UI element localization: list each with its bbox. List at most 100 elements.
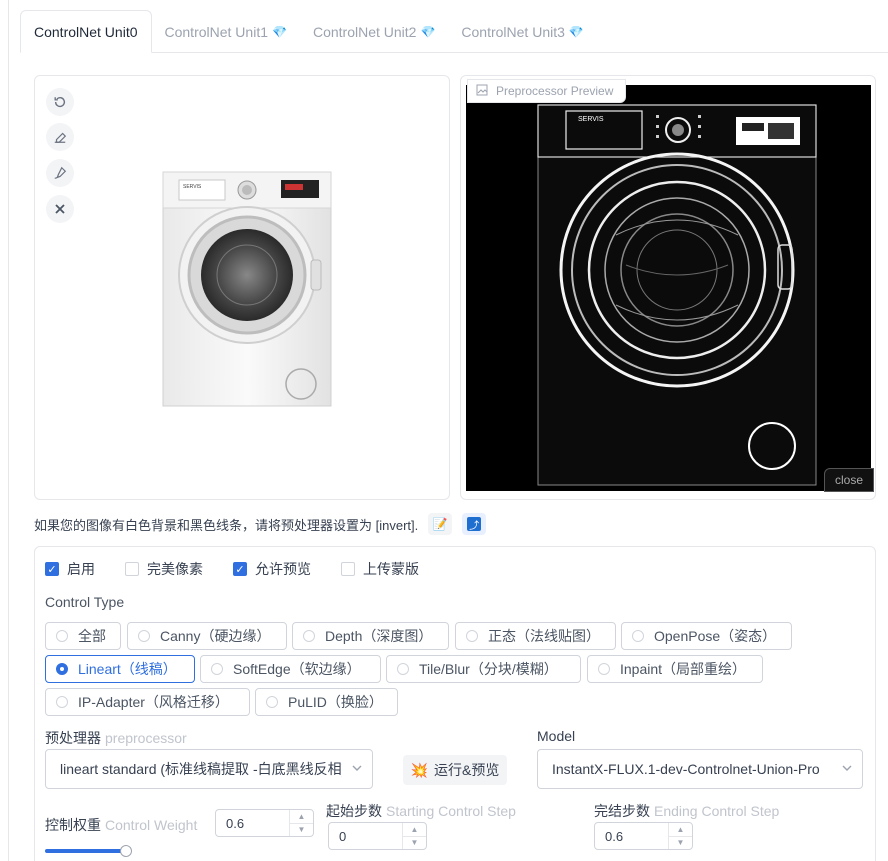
model-label: Model bbox=[537, 728, 575, 744]
send-dimensions-icon[interactable]: ⤴ bbox=[462, 513, 487, 535]
hint-text: 如果您的图像有白色背景和黑色线条，请将预处理器设置为 [invert]. bbox=[34, 517, 419, 533]
control-type-lineart[interactable]: Lineart（线稿） bbox=[45, 655, 195, 683]
label-main: 预处理器 bbox=[45, 730, 101, 746]
control-weight-label: 控制权重 Control Weight bbox=[45, 815, 197, 835]
radio-dot bbox=[266, 696, 278, 708]
enable-checkbox[interactable]: ✓ 启用 bbox=[45, 559, 95, 579]
decrement-icon[interactable]: ▼ bbox=[403, 837, 426, 850]
control-type-depth[interactable]: Depth（深度图） bbox=[292, 622, 449, 650]
control-type-all[interactable]: 全部 bbox=[45, 622, 121, 650]
checkbox-label: 上传蒙版 bbox=[363, 561, 419, 577]
chevron-down-icon bbox=[842, 762, 852, 776]
diamond-icon: 💎 bbox=[568, 24, 584, 39]
radio-dot bbox=[598, 663, 610, 675]
eraser-icon[interactable] bbox=[46, 123, 74, 151]
allow-preview-checkbox[interactable]: ✓ 允许预览 bbox=[233, 559, 311, 579]
radio-label: Tile/Blur（分块/模糊） bbox=[419, 661, 558, 677]
input-value: 0.6 bbox=[226, 815, 245, 831]
radio-label: Canny（硬边缘） bbox=[160, 628, 271, 644]
control-type-softedge[interactable]: SoftEdge（软边缘） bbox=[200, 655, 381, 683]
radio-label: 全部 bbox=[78, 628, 106, 644]
radio-label: PuLID（换脸） bbox=[288, 694, 383, 710]
image-icon bbox=[476, 84, 488, 99]
checkbox-unchecked-icon bbox=[125, 562, 139, 576]
tab-label: ControlNet Unit3 bbox=[461, 23, 565, 40]
control-type-normal[interactable]: 正态（法线贴图） bbox=[455, 622, 616, 650]
select-value: lineart standard (标准线稿提取 -白底黑线反相) bbox=[60, 761, 342, 777]
label-main: 完结步数 bbox=[594, 803, 650, 819]
increment-icon[interactable]: ▲ bbox=[290, 810, 313, 824]
preview-image: SERVIS bbox=[466, 85, 871, 491]
explosion-icon: 💥 bbox=[410, 761, 429, 778]
checkbox-label: 完美像素 bbox=[147, 561, 203, 577]
label-sub: preprocessor bbox=[105, 730, 187, 746]
control-type-pulid[interactable]: PuLID（换脸） bbox=[255, 688, 398, 716]
starting-step-input[interactable]: 0 ▲ ▼ bbox=[328, 822, 427, 850]
tab-unit0[interactable]: ControlNet Unit0 bbox=[20, 10, 152, 53]
radio-dot bbox=[303, 630, 315, 642]
brush-icon[interactable] bbox=[46, 159, 74, 187]
preprocessor-preview-panel: Preprocessor Preview SERVIS close bbox=[460, 75, 876, 500]
control-weight-input[interactable]: 0.6 ▲ ▼ bbox=[215, 809, 314, 837]
tab-unit2[interactable]: ControlNet Unit2 💎 bbox=[300, 10, 448, 53]
radio-label: Lineart（线稿） bbox=[78, 661, 177, 677]
button-label: 运行&预览 bbox=[434, 762, 500, 778]
label-sub: Starting Control Step bbox=[386, 803, 516, 819]
preprocessor-label: 预处理器 preprocessor bbox=[45, 728, 187, 748]
pixel-perfect-checkbox[interactable]: 完美像素 bbox=[125, 559, 203, 579]
radio-dot bbox=[397, 663, 409, 675]
preprocessor-select[interactable]: lineart standard (标准线稿提取 -白底黑线反相) bbox=[45, 749, 373, 789]
radio-label: SoftEdge（软边缘） bbox=[233, 661, 361, 677]
radio-dot-selected bbox=[56, 663, 68, 675]
control-weight-slider-track[interactable] bbox=[45, 849, 125, 853]
checkbox-label: 启用 bbox=[67, 561, 95, 577]
radio-dot bbox=[466, 630, 478, 642]
radio-dot bbox=[56, 630, 68, 642]
control-type-label: Control Type bbox=[45, 594, 125, 610]
input-image-panel[interactable]: SERVIS bbox=[34, 75, 450, 500]
tab-unit1[interactable]: ControlNet Unit1 💎 bbox=[152, 10, 300, 53]
checkbox-label: 允许预览 bbox=[255, 561, 311, 577]
model-select[interactable]: InstantX-FLUX.1-dev-Controlnet-Union-Pro bbox=[537, 749, 863, 789]
undo-icon[interactable] bbox=[46, 88, 74, 116]
radio-dot bbox=[632, 630, 644, 642]
upload-mask-checkbox[interactable]: 上传蒙版 bbox=[341, 559, 419, 579]
control-weight-slider-thumb[interactable] bbox=[120, 845, 132, 857]
page-left-border bbox=[8, 0, 9, 861]
close-button[interactable]: close bbox=[824, 468, 874, 492]
label-main: Model bbox=[537, 728, 576, 744]
label-main: 起始步数 bbox=[326, 803, 382, 819]
radio-label: 正态（法线贴图） bbox=[488, 628, 600, 644]
run-preview-button[interactable]: 💥 运行&预览 bbox=[403, 755, 507, 785]
label-sub: Control Weight bbox=[105, 817, 198, 833]
decrement-icon[interactable]: ▼ bbox=[669, 837, 692, 850]
control-type-tile-blur[interactable]: Tile/Blur（分块/模糊） bbox=[386, 655, 581, 683]
starting-step-label: 起始步数 Starting Control Step bbox=[326, 801, 516, 821]
radio-dot bbox=[56, 696, 68, 708]
diamond-icon: 💎 bbox=[420, 24, 436, 39]
decrement-icon[interactable]: ▼ bbox=[290, 824, 313, 837]
stepper: ▲ ▼ bbox=[289, 810, 313, 836]
washing-machine-image: SERVIS bbox=[162, 171, 332, 407]
diamond-icon: 💎 bbox=[272, 24, 287, 39]
radio-label: Inpaint（局部重绘） bbox=[620, 661, 747, 677]
notepad-icon[interactable]: 📝 bbox=[428, 513, 453, 535]
tab-unit3[interactable]: ControlNet Unit3 💎 bbox=[448, 10, 596, 53]
clear-icon[interactable] bbox=[46, 195, 74, 223]
control-type-ip-adapter[interactable]: IP-Adapter（风格迁移） bbox=[45, 688, 250, 716]
increment-icon[interactable]: ▲ bbox=[669, 823, 692, 837]
checkbox-checked-icon: ✓ bbox=[233, 562, 247, 576]
control-type-canny[interactable]: Canny（硬边缘） bbox=[127, 622, 287, 650]
tab-label: ControlNet Unit0 bbox=[34, 23, 138, 40]
control-type-openpose[interactable]: OpenPose（姿态） bbox=[621, 622, 792, 650]
radio-label: Depth（深度图） bbox=[325, 628, 433, 644]
input-value: 0 bbox=[339, 828, 347, 844]
preview-brand-label: SERVIS bbox=[578, 116, 604, 123]
ending-step-input[interactable]: 0.6 ▲ ▼ bbox=[594, 822, 693, 850]
checkbox-unchecked-icon bbox=[341, 562, 355, 576]
increment-icon[interactable]: ▲ bbox=[403, 823, 426, 837]
control-type-inpaint[interactable]: Inpaint（局部重绘） bbox=[587, 655, 763, 683]
stepper: ▲ ▼ bbox=[668, 823, 692, 849]
label-main: 控制权重 bbox=[45, 817, 101, 833]
brand-label: SERVIS bbox=[183, 184, 202, 190]
